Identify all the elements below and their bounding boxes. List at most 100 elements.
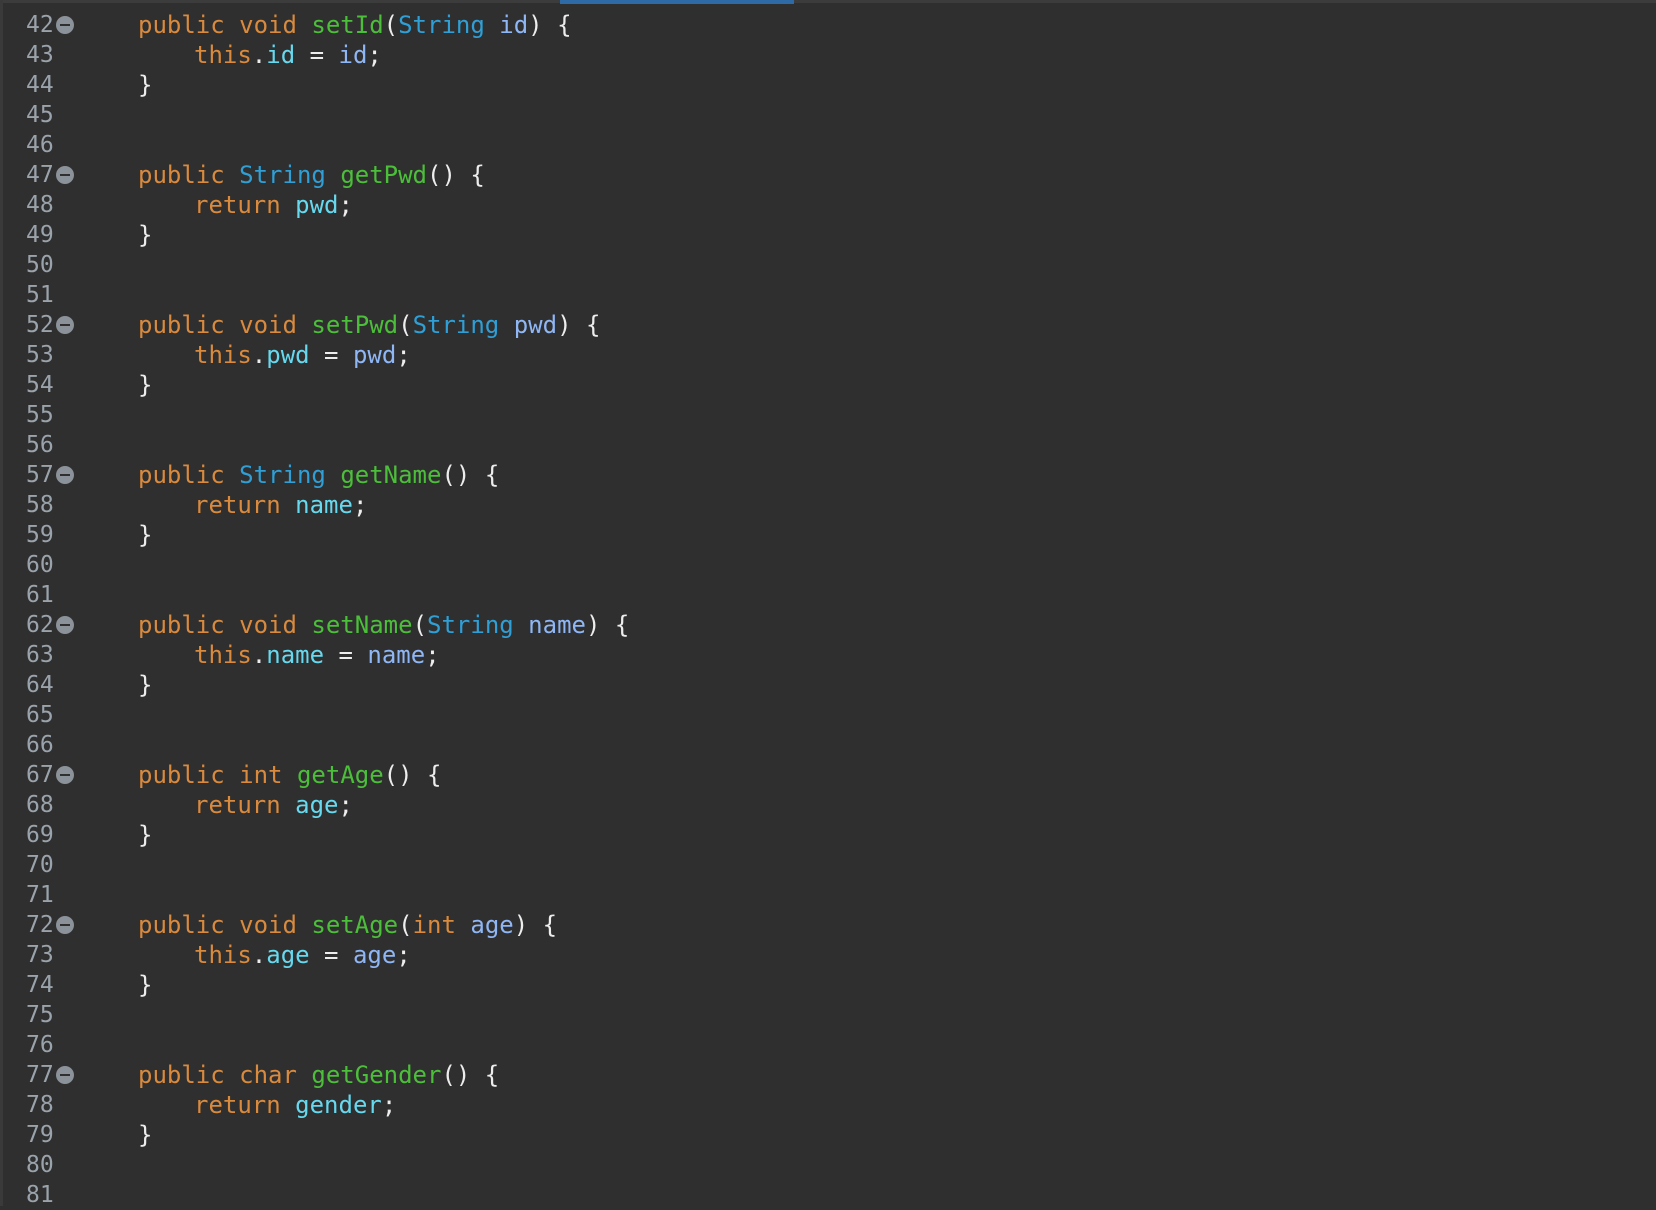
- code-text[interactable]: public int getAge() {: [138, 760, 441, 790]
- code-line[interactable]: 77 public char getGender() {: [0, 1060, 1656, 1090]
- code-token: }: [138, 221, 153, 249]
- collapse-fold-icon[interactable]: [56, 16, 74, 34]
- collapse-fold-icon[interactable]: [56, 466, 74, 484]
- line-number: 80: [26, 1152, 54, 1178]
- code-text[interactable]: public char getGender() {: [138, 1060, 499, 1090]
- code-text[interactable]: return gender;: [194, 1090, 396, 1120]
- collapse-fold-icon[interactable]: [56, 316, 74, 334]
- code-token: pwd: [266, 341, 310, 369]
- code-line[interactable]: 53 this.pwd = pwd;: [0, 340, 1656, 370]
- code-line[interactable]: 42 public void setId(String id) {: [0, 10, 1656, 40]
- code-token: this: [194, 341, 252, 369]
- code-line[interactable]: 58 return name;: [0, 490, 1656, 520]
- code-token: =: [309, 341, 353, 369]
- code-line[interactable]: 57 public String getName() {: [0, 460, 1656, 490]
- code-line[interactable]: 70: [0, 850, 1656, 880]
- code-line[interactable]: 49}: [0, 220, 1656, 250]
- line-number: 58: [26, 492, 54, 518]
- code-text[interactable]: this.id = id;: [194, 40, 382, 70]
- code-token: name: [266, 641, 325, 669]
- code-line[interactable]: 75: [0, 1000, 1656, 1030]
- code-token: name: [367, 641, 426, 669]
- code-line[interactable]: 54}: [0, 370, 1656, 400]
- code-text[interactable]: this.age = age;: [194, 940, 411, 970]
- code-line[interactable]: 76: [0, 1030, 1656, 1060]
- code-line[interactable]: 68 return age;: [0, 790, 1656, 820]
- code-line[interactable]: 64}: [0, 670, 1656, 700]
- collapse-fold-icon[interactable]: [56, 616, 74, 634]
- code-line[interactable]: 63 this.name = name;: [0, 640, 1656, 670]
- line-number: 56: [26, 432, 54, 458]
- code-line[interactable]: 45: [0, 100, 1656, 130]
- line-number: 69: [26, 822, 54, 848]
- code-text[interactable]: public String getName() {: [138, 460, 499, 490]
- code-line[interactable]: 80: [0, 1150, 1656, 1180]
- code-line[interactable]: 62 public void setName(String name) {: [0, 610, 1656, 640]
- collapse-fold-icon[interactable]: [56, 766, 74, 784]
- code-token: }: [138, 521, 153, 549]
- code-text[interactable]: }: [138, 520, 152, 550]
- code-line[interactable]: 52 public void setPwd(String pwd) {: [0, 310, 1656, 340]
- code-text[interactable]: this.name = name;: [194, 640, 440, 670]
- code-text[interactable]: public void setId(String id) {: [138, 10, 572, 40]
- collapse-fold-icon[interactable]: [56, 166, 74, 184]
- code-line[interactable]: 48 return pwd;: [0, 190, 1656, 220]
- code-token: this: [194, 41, 252, 69]
- code-line[interactable]: 65: [0, 700, 1656, 730]
- code-text[interactable]: return pwd;: [194, 190, 353, 220]
- code-line[interactable]: 71: [0, 880, 1656, 910]
- code-text[interactable]: return age;: [194, 790, 353, 820]
- code-text[interactable]: }: [138, 820, 152, 850]
- code-token: getAge: [296, 761, 384, 789]
- code-token: () {: [427, 161, 485, 189]
- code-line[interactable]: 79}: [0, 1120, 1656, 1150]
- code-line[interactable]: 43 this.id = id;: [0, 40, 1656, 70]
- code-text[interactable]: }: [138, 970, 152, 1000]
- code-text[interactable]: public void setName(String name) {: [138, 610, 629, 640]
- code-token: int: [239, 761, 283, 789]
- code-text[interactable]: }: [138, 370, 152, 400]
- code-text[interactable]: }: [138, 1120, 152, 1150]
- code-line[interactable]: 73 this.age = age;: [0, 940, 1656, 970]
- line-number: 71: [26, 882, 54, 908]
- code-text[interactable]: public String getPwd() {: [138, 160, 485, 190]
- code-text[interactable]: public void setPwd(String pwd) {: [138, 310, 600, 340]
- line-number: 78: [26, 1092, 54, 1118]
- code-line[interactable]: 74}: [0, 970, 1656, 1000]
- code-text[interactable]: }: [138, 670, 152, 700]
- code-line[interactable]: 55: [0, 400, 1656, 430]
- collapse-fold-icon[interactable]: [56, 916, 74, 934]
- code-token: ;: [381, 1091, 397, 1119]
- code-line[interactable]: 60: [0, 550, 1656, 580]
- code-editor[interactable]: 42 public void setId(String id) {43 this.i…: [0, 10, 1656, 1210]
- code-token: (: [398, 311, 413, 339]
- horizontal-scroll-thumb[interactable]: [560, 0, 794, 4]
- code-line[interactable]: 78 return gender;: [0, 1090, 1656, 1120]
- code-line[interactable]: 50: [0, 250, 1656, 280]
- code-token: String: [427, 611, 514, 639]
- code-text[interactable]: return name;: [194, 490, 367, 520]
- code-text[interactable]: public void setAge(int age) {: [138, 910, 557, 940]
- code-token: ) {: [513, 911, 558, 939]
- code-text[interactable]: this.pwd = pwd;: [194, 340, 411, 370]
- code-token: ) {: [528, 11, 572, 39]
- code-line[interactable]: 69}: [0, 820, 1656, 850]
- code-line[interactable]: 72 public void setAge(int age) {: [0, 910, 1656, 940]
- collapse-fold-icon[interactable]: [56, 1066, 74, 1084]
- code-line[interactable]: 51: [0, 280, 1656, 310]
- code-line[interactable]: 47 public String getPwd() {: [0, 160, 1656, 190]
- code-line[interactable]: 46: [0, 130, 1656, 160]
- code-line[interactable]: 44}: [0, 70, 1656, 100]
- code-line[interactable]: 56: [0, 430, 1656, 460]
- code-line[interactable]: 66: [0, 730, 1656, 760]
- code-text[interactable]: }: [138, 70, 152, 100]
- code-line[interactable]: 59}: [0, 520, 1656, 550]
- code-token: int: [412, 911, 456, 939]
- code-line[interactable]: 67 public int getAge() {: [0, 760, 1656, 790]
- code-text[interactable]: }: [138, 220, 152, 250]
- code-line[interactable]: 61: [0, 580, 1656, 610]
